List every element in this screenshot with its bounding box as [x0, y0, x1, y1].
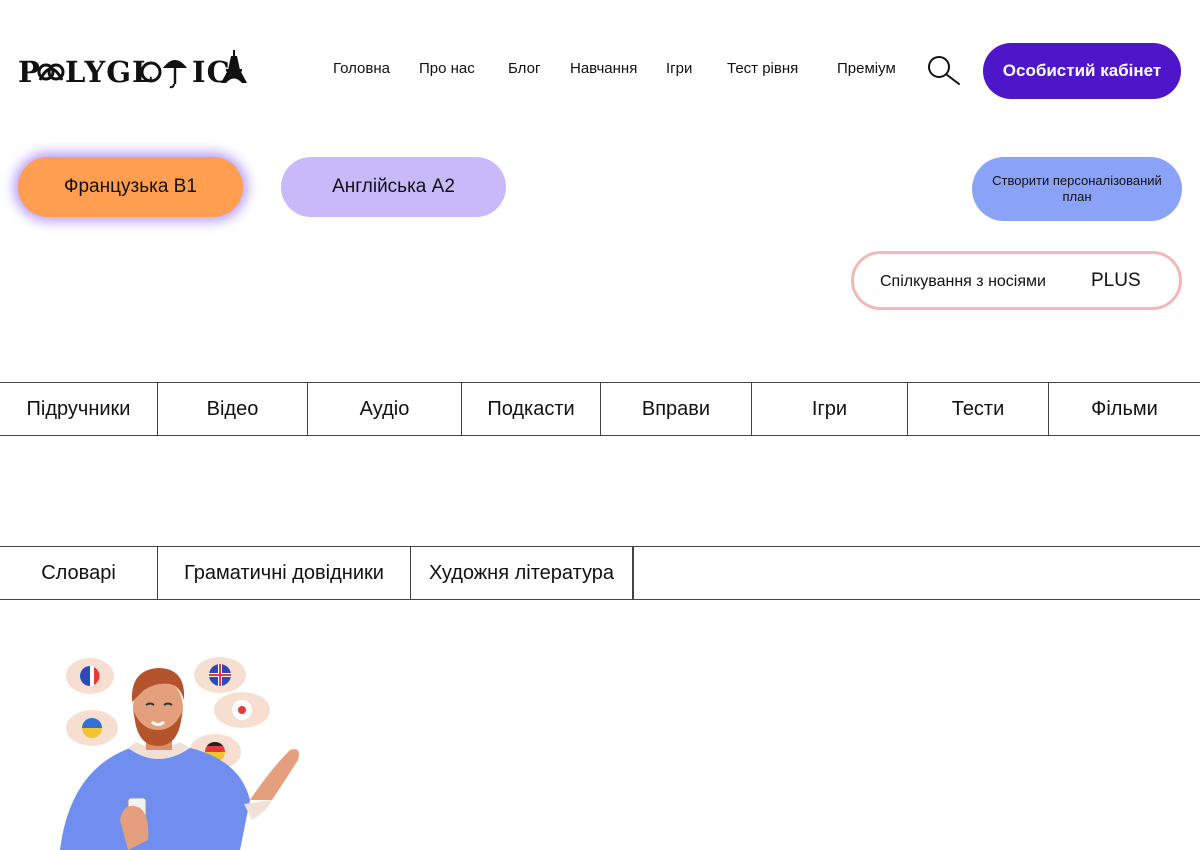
native-speakers-button[interactable]: Спілкування з носіями PLUS [851, 251, 1182, 310]
france-flag [66, 658, 114, 694]
tab-games[interactable]: Ігри [752, 383, 908, 435]
tab-exercises[interactable]: Вправи [601, 383, 752, 435]
tab-textbooks[interactable]: Підручники [0, 383, 158, 435]
svg-text:P: P [18, 55, 41, 89]
category-tabs-primary: Підручники Відео Аудіо Подкасти Вправи І… [0, 382, 1200, 436]
tab-dictionaries[interactable]: Словарі [0, 547, 158, 599]
create-plan-label: Створити персоналізований план [992, 173, 1162, 204]
search-icon [928, 56, 960, 85]
tab-audio[interactable]: Аудіо [308, 383, 462, 435]
language-learner-illustration [40, 650, 320, 850]
tab-empty-cell [633, 547, 1200, 599]
logo-mark: P LYGL IC [18, 50, 247, 89]
tab-tests[interactable]: Тести [908, 383, 1049, 435]
uk-flag [194, 657, 246, 693]
nav-premium[interactable]: Преміум [837, 60, 896, 77]
tab-grammar-references[interactable]: Граматичні довідники [158, 547, 411, 599]
tab-video[interactable]: Відео [158, 383, 308, 435]
svg-text:IC: IC [192, 55, 231, 89]
language-french-button[interactable]: Французька B1 [18, 157, 243, 217]
nav-blog[interactable]: Блог [508, 60, 540, 77]
nav-games[interactable]: Ігри [666, 60, 692, 77]
language-english-button[interactable]: Англійська A2 [281, 157, 506, 217]
personal-cabinet-button[interactable]: Особистий кабінет [983, 43, 1181, 99]
nav-home[interactable]: Головна [333, 60, 390, 77]
create-plan-button[interactable]: Створити персоналізований план [972, 157, 1182, 221]
nav-about[interactable]: Про нас [419, 60, 475, 77]
plus-badge: PLUS [1091, 270, 1141, 291]
search-button[interactable] [926, 54, 962, 88]
nav-learning[interactable]: Навчання [570, 60, 637, 77]
tab-films[interactable]: Фільми [1049, 383, 1200, 435]
japan-flag [214, 692, 270, 728]
logo[interactable]: P LYGL IC [18, 48, 248, 92]
native-speakers-label: Спілкування з носіями [880, 273, 1046, 290]
ukraine-flag [66, 710, 118, 746]
nav-level-test[interactable]: Тест рівня [727, 60, 798, 77]
svg-text:LYGL: LYGL [65, 55, 153, 89]
tab-podcasts[interactable]: Подкасти [462, 383, 601, 435]
category-tabs-secondary: Словарі Граматичні довідники Художня літ… [0, 546, 1200, 600]
tab-fiction[interactable]: Художня література [411, 547, 633, 599]
